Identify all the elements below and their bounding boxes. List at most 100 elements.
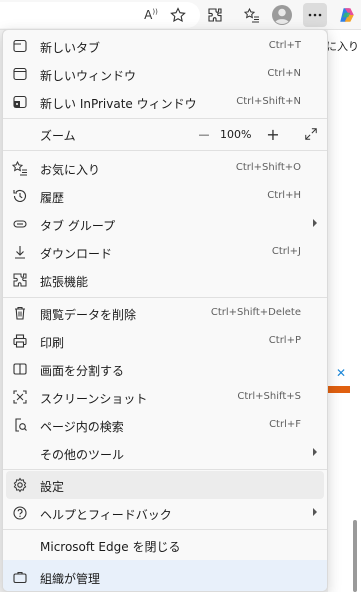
extensions-button[interactable] bbox=[203, 3, 227, 27]
favorites-list-icon bbox=[244, 7, 259, 23]
zoom-in-icon: + bbox=[266, 124, 280, 144]
clear-data-label: 閲覧データを削除 bbox=[40, 308, 137, 322]
find-label: ページ内の検索 bbox=[40, 420, 124, 434]
favorites-icon bbox=[12, 160, 28, 176]
gear-icon bbox=[12, 477, 28, 493]
menu-item-history[interactable]: 履歴 Ctrl+H bbox=[6, 182, 324, 210]
add-favorite-button[interactable] bbox=[166, 3, 190, 27]
extensions-menu-icon bbox=[12, 272, 28, 288]
fullscreen-icon bbox=[305, 128, 317, 140]
more-menu-button[interactable] bbox=[303, 3, 327, 27]
menu-item-split-screen[interactable]: 画面を分割する bbox=[6, 355, 324, 383]
print-shortcut: Ctrl+P bbox=[268, 335, 301, 346]
split-screen-label: 画面を分割する bbox=[40, 364, 125, 378]
menu-item-settings[interactable]: 設定 bbox=[6, 471, 324, 499]
downloads-label: ダウンロード bbox=[40, 247, 113, 261]
tab-groups-icon bbox=[12, 216, 28, 232]
browser-window: A)) に入り ✕ 新しいタブ Ctrl+T 新しいウィンドウ Ctrl+N 新… bbox=[0, 0, 361, 592]
find-in-page-icon bbox=[12, 417, 28, 433]
new-tab-shortcut: Ctrl+T bbox=[268, 40, 301, 51]
screenshot-shortcut: Ctrl+Shift+S bbox=[237, 391, 301, 402]
read-aloud-button[interactable]: A)) bbox=[139, 3, 163, 27]
settings-label: 設定 bbox=[40, 480, 65, 494]
chevron-right-icon bbox=[313, 219, 317, 227]
profile-button[interactable] bbox=[270, 3, 294, 27]
settings-and-more-menu: 新しいタブ Ctrl+T 新しいウィンドウ Ctrl+N 新しい InPriva… bbox=[2, 29, 328, 592]
more-menu-icon bbox=[308, 13, 322, 17]
zoom-label: ズーム bbox=[40, 129, 76, 143]
tab-groups-label: タブ グループ bbox=[40, 219, 116, 233]
menu-divider bbox=[3, 118, 327, 119]
zoom-in-button[interactable]: + bbox=[261, 120, 285, 148]
ad-banner-strip bbox=[328, 386, 350, 393]
menu-item-new-inprivate[interactable]: 新しい InPrivate ウィンドウ Ctrl+Shift+N bbox=[6, 88, 324, 116]
split-screen-icon bbox=[12, 361, 28, 377]
screenshot-label: スクリーンショット bbox=[40, 392, 148, 406]
history-label: 履歴 bbox=[40, 191, 65, 205]
menu-item-close-edge[interactable]: Microsoft Edge を閉じる bbox=[6, 531, 324, 559]
menu-item-zoom: ズーム — 100% + bbox=[6, 120, 324, 148]
menu-item-tab-groups[interactable]: タブ グループ bbox=[6, 210, 324, 238]
ad-close-icon: ✕ bbox=[336, 366, 347, 380]
help-label: ヘルプとフィードバック bbox=[40, 508, 172, 522]
help-icon bbox=[12, 505, 28, 521]
menu-item-favorites[interactable]: お気に入り Ctrl+Shift+O bbox=[6, 154, 324, 182]
menu-item-print[interactable]: 印刷 Ctrl+P bbox=[6, 327, 324, 355]
favorites-label: お気に入り bbox=[40, 163, 101, 177]
new-tab-icon bbox=[12, 38, 28, 54]
copilot-icon bbox=[340, 8, 354, 22]
zoom-out-button[interactable]: — bbox=[192, 120, 216, 148]
menu-item-clear-data[interactable]: 閲覧データを削除 Ctrl+Shift+Delete bbox=[6, 299, 324, 327]
history-shortcut: Ctrl+H bbox=[267, 190, 301, 201]
screenshot-icon bbox=[12, 389, 28, 405]
trash-icon bbox=[12, 305, 28, 321]
page-scrollbar[interactable] bbox=[353, 520, 357, 592]
background-page-text: に入り bbox=[326, 40, 359, 53]
inprivate-icon bbox=[12, 94, 28, 110]
copilot-button[interactable] bbox=[335, 3, 359, 27]
close-edge-label: Microsoft Edge を閉じる bbox=[40, 540, 181, 554]
briefcase-icon bbox=[12, 569, 28, 585]
profile-icon bbox=[272, 5, 292, 25]
menu-item-extensions[interactable]: 拡張機能 bbox=[6, 266, 324, 294]
chevron-right-icon bbox=[313, 448, 317, 456]
menu-item-find[interactable]: ページ内の検索 Ctrl+F bbox=[6, 411, 324, 439]
new-window-label: 新しいウィンドウ bbox=[40, 69, 137, 83]
chevron-right-icon bbox=[313, 508, 317, 516]
browser-toolbar: A)) bbox=[0, 0, 361, 30]
menu-divider bbox=[3, 297, 327, 298]
managed-label: 組織が管理 bbox=[40, 572, 101, 586]
favorites-list-button[interactable] bbox=[240, 3, 264, 27]
menu-item-more-tools[interactable]: その他のツール bbox=[6, 439, 324, 467]
new-window-shortcut: Ctrl+N bbox=[267, 68, 301, 79]
zoom-out-icon: — bbox=[198, 127, 210, 141]
new-inprivate-label: 新しい InPrivate ウィンドウ bbox=[40, 97, 197, 111]
find-shortcut: Ctrl+F bbox=[269, 419, 301, 430]
clear-data-shortcut: Ctrl+Shift+Delete bbox=[210, 307, 301, 318]
menu-item-new-window[interactable]: 新しいウィンドウ Ctrl+N bbox=[6, 60, 324, 88]
fullscreen-button[interactable] bbox=[299, 120, 323, 148]
background-page bbox=[328, 30, 361, 592]
download-icon bbox=[12, 244, 28, 260]
zoom-level: 100% bbox=[220, 128, 252, 141]
menu-divider bbox=[3, 529, 327, 530]
new-inprivate-shortcut: Ctrl+Shift+N bbox=[236, 96, 301, 107]
print-label: 印刷 bbox=[40, 336, 65, 350]
extensions-label: 拡張機能 bbox=[40, 275, 89, 289]
downloads-shortcut: Ctrl+J bbox=[271, 246, 301, 257]
favorites-shortcut: Ctrl+Shift+O bbox=[235, 162, 301, 173]
print-icon bbox=[12, 333, 28, 349]
new-window-icon bbox=[12, 66, 28, 82]
read-aloud-icon: A)) bbox=[144, 8, 158, 22]
extensions-icon bbox=[208, 8, 222, 22]
menu-item-screenshot[interactable]: スクリーンショット Ctrl+Shift+S bbox=[6, 383, 324, 411]
managed-by-organization[interactable]: 組織が管理 bbox=[3, 560, 327, 591]
menu-item-downloads[interactable]: ダウンロード Ctrl+J bbox=[6, 238, 324, 266]
favorite-star-icon bbox=[170, 7, 186, 23]
more-tools-label: その他のツール bbox=[40, 448, 125, 462]
menu-divider bbox=[3, 469, 327, 470]
menu-item-help[interactable]: ヘルプとフィードバック bbox=[6, 499, 324, 527]
menu-item-new-tab[interactable]: 新しいタブ Ctrl+T bbox=[6, 32, 324, 60]
background-ad: ✕ bbox=[328, 366, 350, 402]
new-tab-label: 新しいタブ bbox=[40, 41, 101, 55]
